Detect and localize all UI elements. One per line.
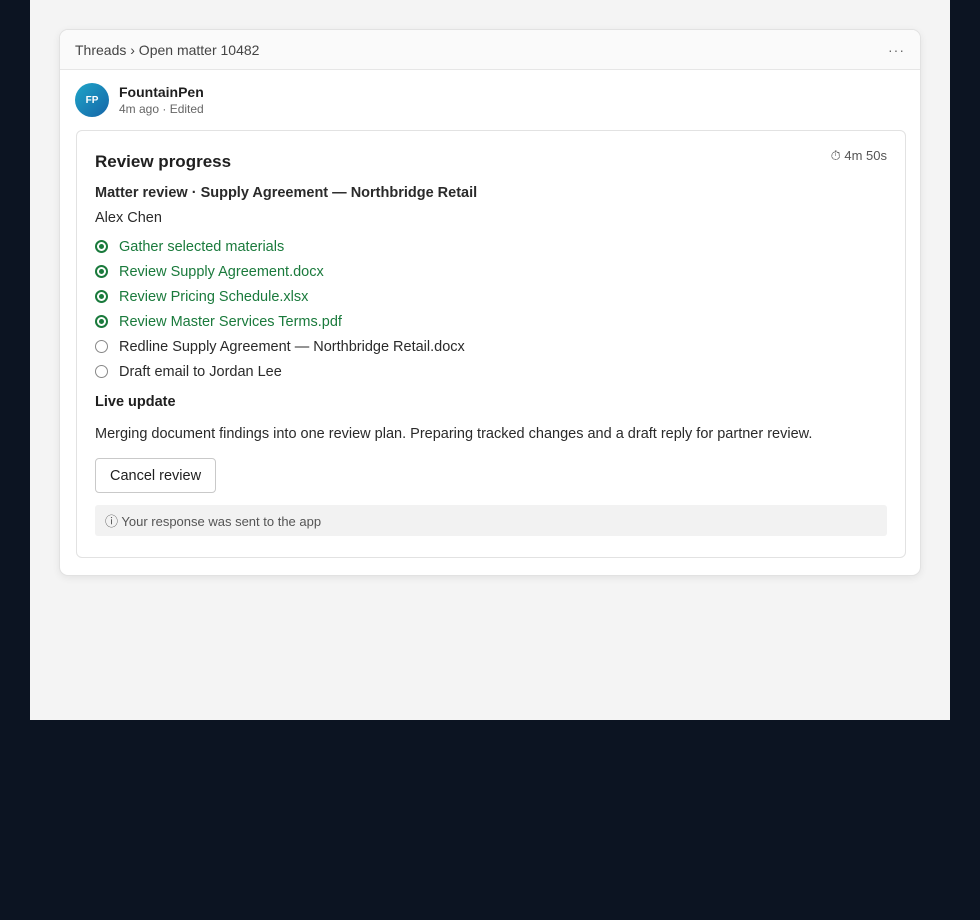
step-status-icon [95, 365, 108, 378]
step-item: Review Master Services Terms.pdf [95, 309, 887, 334]
step-label: Gather selected materials [119, 238, 285, 255]
app-window: Threads › Open matter 10482 ··· FP Fount… [30, 0, 950, 720]
step-label: Review Supply Agreement.docx [119, 263, 324, 280]
author-meta: 4m ago · Edited [119, 102, 204, 116]
more-options-icon[interactable]: ··· [888, 42, 905, 58]
live-update-heading: Live update [95, 394, 176, 410]
step-list: Gather selected materials Review Supply … [95, 234, 887, 384]
step-status-icon [95, 340, 108, 353]
response-sent-notice: ⓘ Your response was sent to the app [95, 505, 887, 536]
step-item: Draft email to Jordan Lee [95, 359, 887, 384]
breadcrumb[interactable]: Threads › Open matter 10482 [75, 42, 259, 58]
step-item: Gather selected materials [95, 234, 887, 259]
step-item: Review Pricing Schedule.xlsx [95, 284, 887, 309]
thread-header: Threads › Open matter 10482 ··· [60, 30, 920, 70]
step-item: Redline Supply Agreement — Northbridge R… [95, 334, 887, 359]
step-label: Review Master Services Terms.pdf [119, 313, 342, 330]
step-status-icon [95, 315, 108, 328]
step-label: Redline Supply Agreement — Northbridge R… [119, 338, 465, 355]
author-name: FountainPen [119, 84, 204, 100]
avatar: FP [75, 83, 109, 117]
thread-card: Threads › Open matter 10482 ··· FP Fount… [59, 29, 921, 576]
cancel-review-button[interactable]: Cancel review [95, 458, 217, 493]
panel-title: Review progress [95, 152, 232, 171]
step-status-icon [95, 290, 108, 303]
step-status-icon [95, 265, 108, 278]
live-update-text: Merging document findings into one revie… [95, 426, 813, 442]
step-status-icon [95, 240, 108, 253]
review-progress-panel: ⏱ 4m 50s Review progress Matter review ·… [76, 130, 906, 558]
message-author: FP FountainPen 4m ago · Edited [60, 70, 920, 130]
step-item: Review Supply Agreement.docx [95, 259, 887, 284]
assignee-name: Alex Chen [95, 210, 162, 226]
step-label: Draft email to Jordan Lee [119, 363, 282, 380]
elapsed-timer: ⏱ 4m 50s [830, 148, 887, 163]
step-label: Review Pricing Schedule.xlsx [119, 288, 309, 305]
matter-subtitle: Matter review · Supply Agreement — North… [95, 185, 478, 201]
